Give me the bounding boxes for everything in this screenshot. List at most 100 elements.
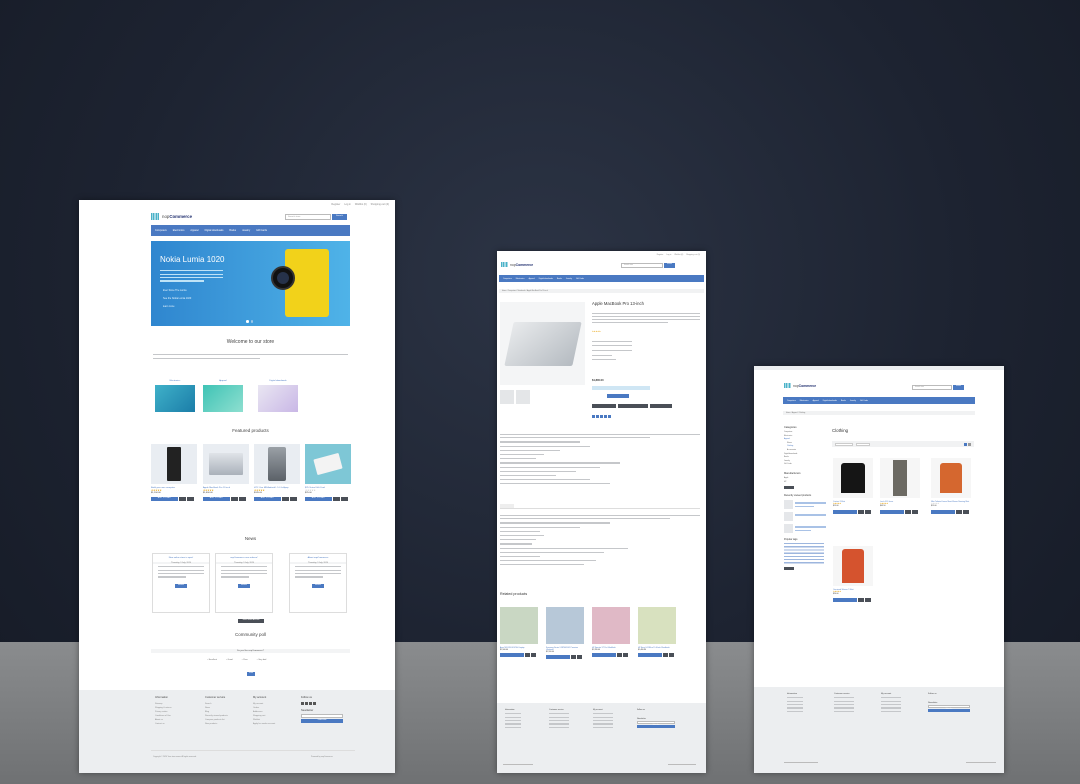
add-to-compare-button[interactable] <box>618 404 648 408</box>
product-card[interactable]: HP Envy 6-1180ca 15.6-Inch Sleekbook $1,… <box>638 607 676 657</box>
search-input[interactable]: Search store <box>912 385 952 390</box>
news-details-button[interactable]: details <box>175 583 187 588</box>
wishlist-button[interactable] <box>623 653 628 657</box>
rss-icon[interactable] <box>309 702 312 705</box>
list-view-icon[interactable] <box>968 442 971 446</box>
product-card[interactable]: Nike Tailwind Loose Short-Sleeve Running… <box>931 458 971 514</box>
menu-item[interactable]: Jewelry <box>850 400 856 402</box>
slider-link[interactable]: See the Nokia Lumia 1020 <box>163 297 191 300</box>
wishlist-button[interactable] <box>341 497 348 501</box>
wishlist-button[interactable] <box>865 510 871 514</box>
newsletter-email-input[interactable] <box>928 705 970 708</box>
subscribe-button[interactable]: Subscribe <box>301 719 343 723</box>
add-to-cart-button[interactable]: ADD TO CART <box>151 497 178 501</box>
store-logo[interactable]: nopCommerce <box>784 383 816 388</box>
menu-item[interactable]: Electronics <box>800 400 809 402</box>
menu-item[interactable]: Apparel <box>813 400 819 402</box>
menu-item[interactable]: Computers <box>503 278 512 280</box>
compare-button[interactable] <box>905 510 911 514</box>
wishlist-link[interactable]: Wishlist (0) <box>355 203 367 206</box>
add-to-wishlist-button[interactable] <box>592 404 616 408</box>
tab-attributes[interactable] <box>534 504 552 508</box>
store-logo[interactable]: nopCommerce <box>501 262 533 267</box>
compare-button[interactable] <box>231 497 238 501</box>
wishlist-button[interactable] <box>239 497 246 501</box>
wishlist-button[interactable] <box>187 497 194 501</box>
search-button[interactable]: Search <box>953 385 965 390</box>
slider-dots[interactable] <box>246 320 253 323</box>
add-to-cart-button[interactable] <box>833 598 857 602</box>
menu-item[interactable]: Electronics <box>173 229 185 232</box>
cart-link[interactable]: Shopping cart (0) <box>686 254 700 256</box>
facebook-icon[interactable] <box>301 702 304 705</box>
view-all-manufacturers-button[interactable] <box>784 486 794 490</box>
vote-button[interactable]: Vote <box>247 672 255 676</box>
search-button[interactable]: Search <box>332 214 347 220</box>
compare-button[interactable] <box>858 598 864 602</box>
add-to-cart-button[interactable] <box>880 510 904 514</box>
menu-item[interactable]: Books <box>557 278 562 280</box>
compare-button[interactable] <box>858 510 864 514</box>
add-to-cart-button[interactable] <box>592 653 616 657</box>
product-main-image[interactable] <box>500 302 585 385</box>
share-icons[interactable] <box>592 415 612 418</box>
menu-item[interactable]: Books <box>841 400 846 402</box>
add-to-cart-button[interactable] <box>546 655 570 659</box>
menu-item[interactable]: Gift Cards <box>256 229 267 232</box>
menu-item[interactable]: Digital downloads <box>539 278 553 280</box>
menu-item[interactable]: Apparel <box>190 229 198 232</box>
search-input[interactable]: Search store <box>285 214 331 220</box>
poll-option[interactable]: ○ Good <box>226 659 233 661</box>
menu-item[interactable]: Gift Cards <box>860 400 868 402</box>
youtube-icon[interactable] <box>313 702 316 705</box>
product-card[interactable]: Asus N551JK-XO076H Laptop $1,500.00 <box>500 607 538 657</box>
cart-link[interactable]: Shopping cart (0) <box>371 203 389 206</box>
page-size-select[interactable] <box>856 442 870 446</box>
add-to-cart-button[interactable]: ADD TO CART <box>305 497 332 501</box>
twitter-icon[interactable] <box>305 702 308 705</box>
category-item[interactable]: Electronics <box>155 380 195 412</box>
grid-view-icon[interactable] <box>964 442 967 446</box>
add-to-cart-button[interactable]: ADD TO CART <box>607 394 629 398</box>
wishlist-button[interactable] <box>963 510 969 514</box>
product-card[interactable]: Build your own computer ★★★★★ $1,200.00 … <box>151 444 197 501</box>
compare-button[interactable] <box>571 655 576 659</box>
wishlist-button[interactable] <box>865 598 871 602</box>
slider-link[interactable]: learn more <box>163 305 174 308</box>
product-card[interactable]: HP Spectre XT Pro UltraBook $1,350.00 <box>592 607 630 657</box>
newsletter-email-input[interactable] <box>637 721 675 724</box>
product-card[interactable]: Samsung Series 9 NP900X4C Premium Ultrab… <box>546 607 584 659</box>
store-logo[interactable]: nopCommerce <box>151 213 192 220</box>
tab-tags[interactable] <box>517 504 531 508</box>
wishlist-button[interactable] <box>290 497 297 501</box>
tag-cloud[interactable] <box>784 543 824 566</box>
add-to-cart-button[interactable] <box>833 510 857 514</box>
email-friend-button[interactable] <box>650 404 672 408</box>
menu-item[interactable]: Jewelry <box>566 278 572 280</box>
news-archive-button[interactable]: View News Archive <box>238 619 264 623</box>
menu-item[interactable]: Computers <box>155 229 167 232</box>
wishlist-link[interactable]: Wishlist (0) <box>674 254 683 256</box>
category-item[interactable]: Digital downloads <box>258 380 298 412</box>
slider-link[interactable]: Ever Since The Lumia <box>163 289 186 292</box>
tab-specifications[interactable] <box>500 504 514 508</box>
newsletter-email-input[interactable] <box>301 714 343 718</box>
category-item[interactable]: Apparel <box>203 380 243 412</box>
menu-item[interactable]: Digital downloads <box>823 400 837 402</box>
search-input[interactable]: Search store <box>621 263 663 268</box>
menu-item[interactable]: Gift Cards <box>576 278 584 280</box>
recent-product[interactable] <box>784 524 826 534</box>
product-card[interactable]: HTC One M8 Android L 5.0 Lollipop ★★★★★ … <box>254 444 300 501</box>
search-button[interactable]: Search <box>664 263 676 268</box>
thumbnail[interactable] <box>516 390 530 404</box>
compare-button[interactable] <box>525 653 530 657</box>
wishlist-button[interactable] <box>669 653 674 657</box>
manufacturer-link[interactable]: HP <box>784 481 826 485</box>
sidebar-category[interactable]: Gift Cards <box>784 463 826 467</box>
add-to-cart-button[interactable] <box>931 510 955 514</box>
menu-item[interactable]: Digital downloads <box>205 229 224 232</box>
compare-button[interactable] <box>663 653 668 657</box>
home-slider[interactable]: Nokia Lumia 1020 Ever Since The Lumia Se… <box>151 241 350 326</box>
poll-option[interactable]: ○ Poor <box>242 659 248 661</box>
recent-product[interactable] <box>784 512 826 522</box>
